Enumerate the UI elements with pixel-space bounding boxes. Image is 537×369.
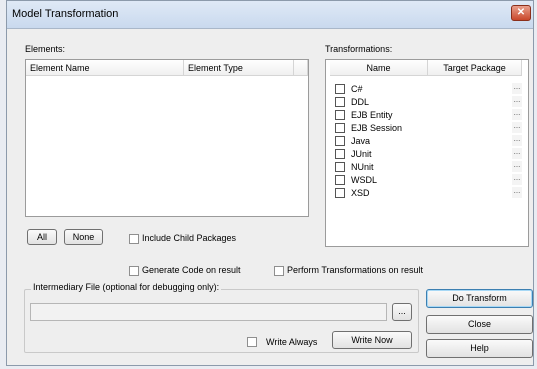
include-child-packages-label: Include Child Packages (142, 233, 237, 243)
transformation-name: Java (351, 136, 371, 146)
transformation-row[interactable]: JUnit ... (326, 148, 524, 160)
target-package-browse[interactable]: ... (512, 187, 522, 198)
column-header-name[interactable]: Name (330, 60, 428, 76)
target-package-browse[interactable]: ... (512, 96, 522, 107)
column-header-target-package[interactable]: Target Package (428, 60, 522, 76)
column-header-filler (294, 60, 308, 76)
do-transform-button[interactable]: Do Transform (426, 289, 533, 308)
perform-transformations-checkbox[interactable] (274, 266, 284, 276)
include-child-packages-checkbox[interactable] (129, 234, 139, 244)
model-transformation-dialog: Model Transformation ✕ Elements: Element… (6, 0, 534, 366)
transformation-checkbox[interactable] (335, 123, 345, 133)
target-package-browse[interactable]: ... (512, 148, 522, 159)
transformation-checkbox[interactable] (335, 136, 345, 146)
elements-label: Elements: (25, 44, 66, 54)
transformation-row[interactable]: Java ... (326, 135, 524, 147)
transformations-label: Transformations: (325, 44, 393, 54)
transformation-checkbox[interactable] (335, 162, 345, 172)
title-bar: Model Transformation ✕ (7, 1, 533, 29)
column-header-element-name[interactable]: Element Name (26, 60, 184, 76)
elements-list[interactable]: Element Name Element Type (25, 59, 309, 217)
transformation-name: EJB Session (351, 123, 403, 133)
transformation-row[interactable]: WSDL ... (326, 174, 524, 186)
transformation-row[interactable]: XSD ... (326, 187, 524, 199)
target-package-browse[interactable]: ... (512, 161, 522, 172)
target-package-browse[interactable]: ... (512, 174, 522, 185)
window-title: Model Transformation (12, 8, 119, 20)
close-button[interactable]: Close (426, 315, 533, 334)
generate-code-checkbox[interactable] (129, 266, 139, 276)
transformation-name: JUnit (351, 149, 372, 159)
transformation-name: XSD (351, 188, 370, 198)
target-package-browse[interactable]: ... (512, 135, 522, 146)
transformation-checkbox[interactable] (335, 188, 345, 198)
write-always-label: Write Always (266, 337, 318, 347)
all-button[interactable]: All (27, 229, 57, 245)
transformation-name: DDL (351, 97, 370, 107)
transformation-name: EJB Entity (351, 110, 393, 120)
transformation-row[interactable]: EJB Entity ... (326, 109, 524, 121)
target-package-browse[interactable]: ... (512, 83, 522, 94)
perform-transformations-label: Perform Transformations on result (287, 265, 424, 275)
transformations-list[interactable]: Name Target Package C# ... DDL ... EJB E… (325, 59, 529, 247)
column-header-element-type[interactable]: Element Type (184, 60, 294, 76)
target-package-browse[interactable]: ... (512, 109, 522, 120)
intermediary-file-input[interactable] (30, 303, 387, 321)
transformation-row[interactable]: NUnit ... (326, 161, 524, 173)
transformation-row[interactable]: EJB Session ... (326, 122, 524, 134)
transformation-checkbox[interactable] (335, 149, 345, 159)
write-now-button[interactable]: Write Now (332, 331, 412, 349)
transformation-checkbox[interactable] (335, 175, 345, 185)
transformation-row[interactable]: DDL ... (326, 96, 524, 108)
transformation-name: NUnit (351, 162, 374, 172)
transformation-row[interactable]: C# ... (326, 83, 524, 95)
close-icon[interactable]: ✕ (511, 5, 531, 21)
help-button[interactable]: Help (426, 339, 533, 358)
transformation-name: C# (351, 84, 363, 94)
transformation-checkbox[interactable] (335, 110, 345, 120)
write-always-checkbox[interactable] (247, 337, 257, 347)
transformation-checkbox[interactable] (335, 97, 345, 107)
target-package-browse[interactable]: ... (512, 122, 522, 133)
generate-code-label: Generate Code on result (142, 265, 241, 275)
transformation-checkbox[interactable] (335, 84, 345, 94)
browse-button[interactable]: ... (392, 303, 412, 321)
none-button[interactable]: None (64, 229, 103, 245)
intermediary-file-label: Intermediary File (optional for debuggin… (31, 282, 222, 292)
transformation-name: WSDL (351, 175, 378, 185)
